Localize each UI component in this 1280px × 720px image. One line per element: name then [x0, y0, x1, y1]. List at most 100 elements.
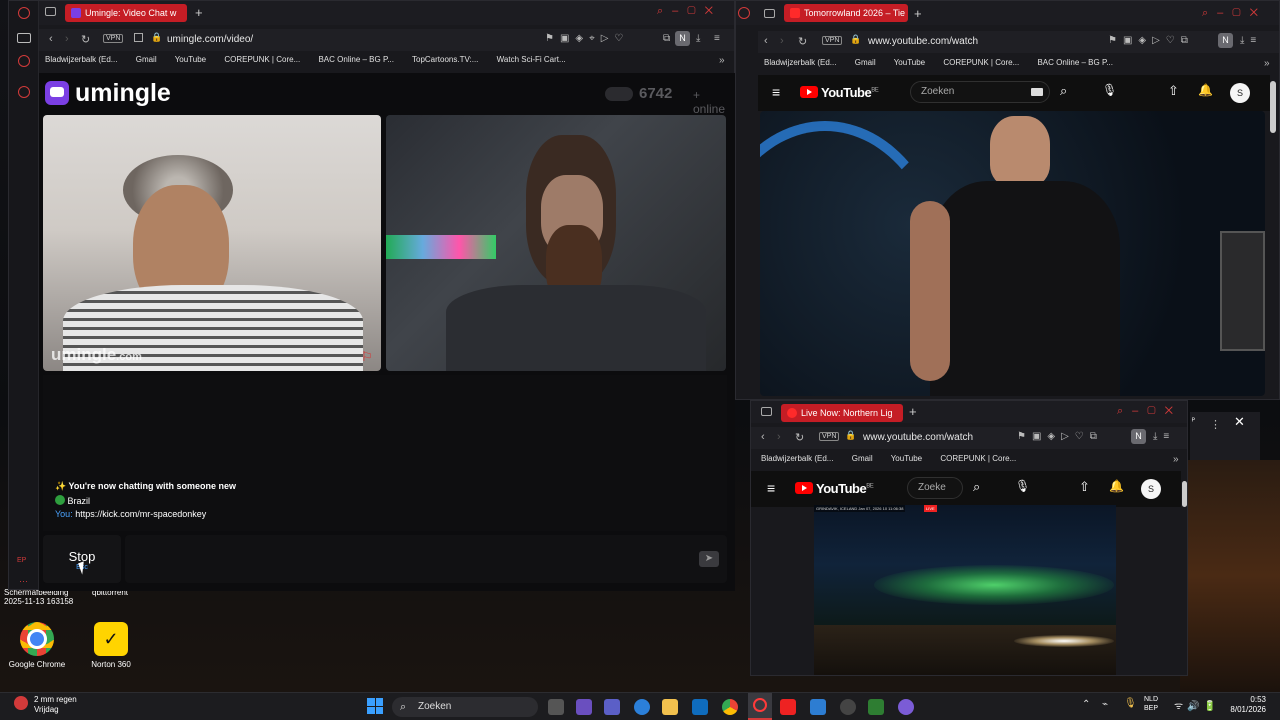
tab-list-icon[interactable]: [17, 33, 31, 43]
bookmark-6[interactable]: Watch Sci-Fi Cart...: [497, 55, 566, 64]
menu-icon[interactable]: ≡: [714, 33, 720, 44]
opera-logo-icon-top[interactable]: [738, 7, 750, 19]
sidebar-ep-icon[interactable]: EP: [17, 557, 26, 564]
microphone-icon[interactable]: 🎙: [1102, 83, 1117, 97]
youtube-taskbar-icon[interactable]: [780, 699, 796, 715]
bookmark-bottom-3[interactable]: COREPUNK | Core...: [940, 454, 1016, 463]
forward-icon[interactable]: ›: [65, 33, 69, 45]
language-indicator[interactable]: NLD BEP: [1144, 695, 1158, 713]
bookmark-4[interactable]: BAC Online – BG P...: [318, 55, 393, 64]
sidebar-more-icon[interactable]: ···: [19, 576, 28, 586]
window-controls[interactable]: ⌕–▢✕: [657, 5, 722, 18]
weather-icon[interactable]: [14, 696, 28, 710]
close-icon[interactable]: ✕: [1234, 414, 1245, 430]
youtube-logo-bottom[interactable]: YouTubeBE: [795, 481, 874, 496]
vpn-badge-bottom[interactable]: VPN: [819, 432, 840, 441]
scrollbar-bottom[interactable]: [1182, 481, 1187, 507]
search-icon[interactable]: ⌕: [1060, 83, 1067, 99]
workspace-icon-top[interactable]: [764, 9, 775, 18]
upload-icon[interactable]: ⇧: [1168, 83, 1179, 99]
account-avatar-bottom[interactable]: S: [1141, 479, 1161, 499]
new-tab-icon-bottom[interactable]: +: [909, 404, 917, 419]
outlook-icon[interactable]: [692, 699, 708, 715]
opera-logo-icon[interactable]: [18, 7, 30, 19]
bookmark-top-2[interactable]: YouTube: [894, 58, 925, 67]
bookmark-bottom-2[interactable]: YouTube: [891, 454, 922, 463]
bookmark-0[interactable]: Bladwijzerbalk (Ed...: [45, 55, 117, 64]
toolbar-icons-top[interactable]: ⚑▣◈▷♡⧉: [1108, 35, 1194, 46]
hamburger-menu-icon[interactable]: ≡: [772, 84, 780, 100]
reload-icon-top[interactable]: ↻: [798, 35, 807, 48]
tomorrowland-video[interactable]: [760, 111, 1265, 396]
bookmark-bottom-0[interactable]: Bladwijzerbalk (Ed...: [761, 454, 833, 463]
messenger-icon[interactable]: [898, 699, 914, 715]
clock[interactable]: 0:53 8/01/2026: [1222, 695, 1266, 715]
hamburger-menu-icon-bottom[interactable]: ≡: [767, 480, 775, 496]
back-icon-top[interactable]: ‹: [764, 35, 768, 47]
upload-icon-bottom[interactable]: ⇧: [1079, 479, 1090, 495]
bookmark-top-4[interactable]: BAC Online – BG P...: [1037, 58, 1112, 67]
bookmark-2[interactable]: YouTube: [175, 55, 206, 64]
fragment-menu-icons[interactable]: ⋮: [1210, 418, 1227, 431]
bookmark-3[interactable]: COREPUNK | Core...: [224, 55, 300, 64]
bookmark-bottom-1[interactable]: Gmail: [852, 454, 873, 463]
keyboard-icon[interactable]: [1031, 88, 1043, 96]
download-menu-icons-top[interactable]: ⤓≡: [1240, 35, 1262, 46]
task-view-icon[interactable]: [548, 699, 564, 715]
vpn-badge-top[interactable]: VPN: [822, 36, 843, 45]
youtube-search-input-bottom[interactable]: Zoeke: [907, 477, 963, 499]
snapshot-icon[interactable]: [134, 33, 143, 42]
bookmark-top-3[interactable]: COREPUNK | Core...: [943, 58, 1019, 67]
url-text[interactable]: umingle.com/video/: [167, 32, 253, 48]
back-icon-bottom[interactable]: ‹: [761, 431, 765, 443]
chat-input[interactable]: ➤: [125, 535, 727, 583]
sidebar-history-icon[interactable]: [18, 86, 30, 98]
workspace-icon[interactable]: [45, 7, 56, 16]
toolbar-icons[interactable]: ⚑▣◈⌖▷♡: [545, 33, 629, 44]
bookmark-top-1[interactable]: Gmail: [855, 58, 876, 67]
url-text-bottom[interactable]: www.youtube.com/watch: [863, 430, 973, 446]
taskbar-search[interactable]: ⌕ Zoeken: [392, 697, 538, 717]
download-icon[interactable]: ⤓: [696, 33, 700, 44]
tray-chevron-icon[interactable]: ⌃: [1082, 699, 1090, 710]
extensions-icon[interactable]: ⧉: [663, 33, 670, 44]
forward-icon-top[interactable]: ›: [780, 35, 784, 47]
sidebar-shop-icon[interactable]: [18, 55, 30, 67]
bookmarks-overflow-icon[interactable]: »: [719, 55, 725, 66]
toolbar-icons-bottom[interactable]: ⚑▣◈▷♡⧉: [1017, 431, 1103, 442]
tab-northern-lights[interactable]: Live Now: Northern Lig: [781, 404, 903, 422]
bookmarks-overflow-icon-top[interactable]: »: [1264, 58, 1270, 69]
youtube-logo[interactable]: YouTubeBE: [800, 85, 879, 100]
tray-mic-icon[interactable]: 🎙: [1124, 698, 1137, 709]
bookmark-top-0[interactable]: Bladwijzerbalk (Ed...: [764, 58, 836, 67]
bookmarks-overflow-icon-bottom[interactable]: »: [1173, 454, 1179, 465]
start-button-icon[interactable]: [367, 698, 383, 714]
reload-icon-bottom[interactable]: ↻: [795, 431, 804, 444]
teams-icon[interactable]: [604, 699, 620, 715]
opera-taskbar-active[interactable]: [748, 693, 772, 720]
desktop-icon-norton[interactable]: ✓ Norton 360: [76, 622, 146, 669]
forward-icon-bottom[interactable]: ›: [777, 431, 781, 443]
profile-n-icon[interactable]: N: [675, 31, 690, 46]
url-text-top[interactable]: www.youtube.com/watch: [868, 34, 978, 50]
chat-you-text[interactable]: https://kick.com/mr-spacedonkey: [75, 509, 206, 519]
new-tab-icon[interactable]: +: [195, 5, 203, 20]
file-explorer-icon[interactable]: [662, 699, 678, 715]
workspace-icon-bottom[interactable]: [761, 407, 772, 416]
vpn-badge[interactable]: VPN: [103, 34, 124, 43]
calculator-icon[interactable]: [810, 699, 826, 715]
youtube-search-input[interactable]: Zoeken: [910, 81, 1050, 103]
online-toggle[interactable]: [605, 87, 633, 101]
chrome-taskbar-icon[interactable]: [722, 699, 738, 715]
notifications-icon[interactable]: 🔔: [1198, 83, 1213, 97]
gear-icon[interactable]: [840, 699, 856, 715]
stop-button[interactable]: Stop Esc: [43, 535, 121, 583]
northern-lights-video[interactable]: GRINDAVIK, ICELAND Jan 07, 2026 10 11:06…: [814, 505, 1116, 675]
tray-network-off-icon[interactable]: ⌁: [1102, 699, 1108, 710]
edge-icon[interactable]: [634, 699, 650, 715]
bookmark-1[interactable]: Gmail: [136, 55, 157, 64]
tab-tomorrowland[interactable]: Tomorrowland 2026 – Tie: [784, 4, 908, 22]
store-icon[interactable]: [576, 699, 592, 715]
scrollbar-top[interactable]: [1270, 81, 1276, 133]
report-flag-icon[interactable]: ⚐: [361, 349, 373, 365]
